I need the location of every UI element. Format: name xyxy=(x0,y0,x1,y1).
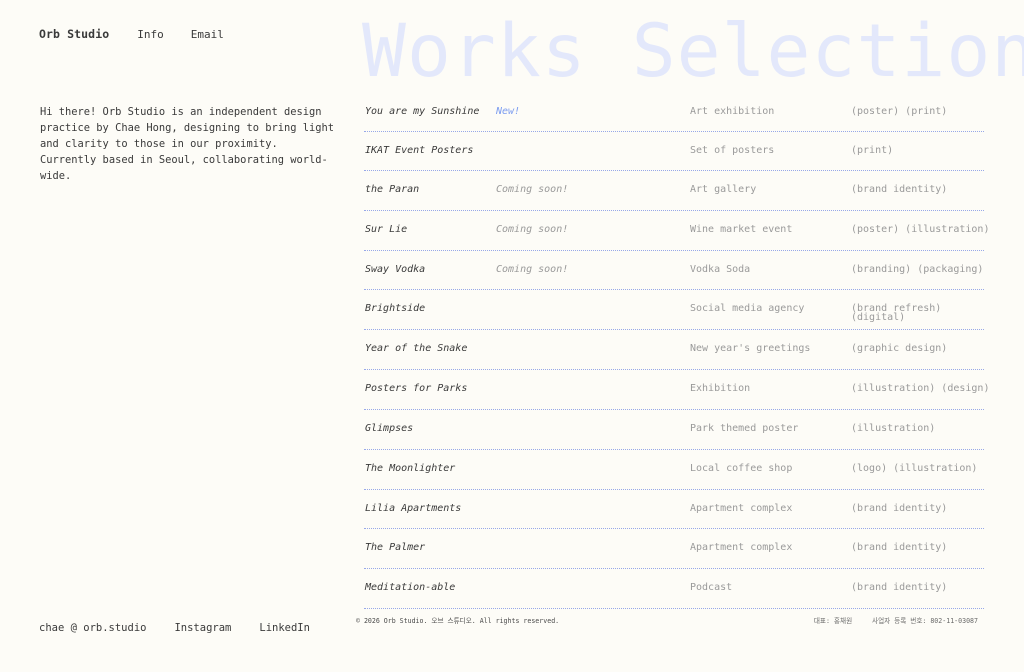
work-description: Social media agency xyxy=(690,303,805,314)
work-name[interactable]: Brightside xyxy=(365,304,425,314)
work-name[interactable]: the Paran xyxy=(365,185,419,195)
work-row[interactable]: IKAT Event Posters Set of posters (print) xyxy=(364,132,984,171)
coming-soon-badge: Coming soon! xyxy=(496,224,569,235)
coming-soon-badge: Coming soon! xyxy=(496,264,569,275)
work-name[interactable]: Posters for Parks xyxy=(365,384,467,394)
footer-links: chae @ orb.studio Instagram LinkedIn xyxy=(39,622,338,634)
work-name[interactable]: You are my Sunshine xyxy=(365,107,479,117)
work-name[interactable]: Sur Lie xyxy=(365,225,407,235)
work-tags: (poster) (print) xyxy=(851,106,948,117)
work-name[interactable]: The Palmer xyxy=(365,543,425,553)
work-name[interactable]: Sway Vodka xyxy=(365,265,425,275)
work-tags: (branding) (packaging) xyxy=(851,264,984,275)
work-description: Exhibition xyxy=(690,383,751,394)
work-description: Local coffee shop xyxy=(690,463,793,474)
work-description: Park themed poster xyxy=(690,423,799,434)
footer-email-link[interactable]: chae @ orb.studio xyxy=(39,622,146,634)
work-row[interactable]: Lilia Apartments Apartment complex (brand … xyxy=(364,490,984,529)
work-tags: (illustration) (design) xyxy=(851,383,990,394)
work-row[interactable]: Sur Lie Coming soon! Wine market event (pos… xyxy=(364,211,989,251)
work-description: Wine market event xyxy=(690,224,793,235)
intro-text: Hi there! Orb Studio is an independent d… xyxy=(40,106,335,182)
work-row[interactable]: Brightside Social media agency (brand refr… xyxy=(364,290,984,330)
work-description: Podcast xyxy=(690,582,733,593)
work-tags: (graphic design) xyxy=(851,343,948,354)
work-tags: (brand identity) xyxy=(851,582,948,593)
work-row[interactable]: the Paran Coming soon! Art gallery (brand i… xyxy=(364,171,984,211)
work-row[interactable]: Meditation-able Podcast (brand identity) xyxy=(364,569,984,609)
work-description: Apartment complex xyxy=(690,542,793,553)
work-tags: (brand identity) xyxy=(851,503,948,514)
nav-email-link[interactable]: Email xyxy=(191,28,224,41)
work-description: Set of posters xyxy=(690,145,775,156)
work-row[interactable]: Sway Vodka Coming soon! Vodka Soda (brandin… xyxy=(364,251,984,290)
work-description: New year's greetings xyxy=(690,343,811,354)
work-name[interactable]: IKAT Event Posters xyxy=(365,146,473,156)
work-tags: (brand identity) xyxy=(851,184,948,195)
work-name[interactable]: The Moonlighter xyxy=(365,464,455,474)
work-name[interactable]: Glimpses xyxy=(365,424,413,434)
work-name[interactable]: Lilia Apartments xyxy=(365,504,461,514)
coming-soon-badge: Coming soon! xyxy=(496,184,569,195)
work-description: Vodka Soda xyxy=(690,264,751,275)
footer-linkedin-link[interactable]: LinkedIn xyxy=(259,622,310,634)
work-row[interactable]: Posters for Parks Exhibition (illustration… xyxy=(364,370,989,410)
work-name[interactable]: Year of the Snake xyxy=(365,344,467,354)
work-name[interactable]: Meditation-able xyxy=(365,583,455,593)
nav-info-link[interactable]: Info xyxy=(137,28,164,41)
work-tags: (logo) (illustration) xyxy=(851,463,978,474)
work-tags: (illustration) xyxy=(851,423,936,434)
work-row[interactable]: Glimpses Park themed poster (illustration) xyxy=(364,410,984,450)
page-title: Works Selection xyxy=(362,9,1024,94)
work-tags: (poster) (illustration) xyxy=(851,224,990,235)
footer-instagram-link[interactable]: Instagram xyxy=(174,622,231,634)
work-tags: (brand refresh) (digital) xyxy=(851,303,942,323)
representative-text: 대표: 홍채원 xyxy=(813,617,853,625)
work-row[interactable]: Year of the Snake New year's greetings (gr… xyxy=(364,330,984,370)
work-description: Apartment complex xyxy=(690,503,793,514)
works-list: You are my Sunshine New! Art exhibition (po… xyxy=(364,93,989,609)
work-row[interactable]: The Palmer Apartment complex (brand identi… xyxy=(364,529,984,569)
business-number-text: 사업자 등록 번호: 802-11-03087 xyxy=(872,617,978,625)
work-tags: (brand identity) xyxy=(851,542,948,553)
work-row[interactable]: The Moonlighter Local coffee shop (logo) (… xyxy=(364,450,984,490)
work-description: Art exhibition xyxy=(690,106,775,117)
copyright-text: © 2026 Orb Studio. 오브 스튜디오. All rights r… xyxy=(356,617,560,625)
work-description: Art gallery xyxy=(690,184,757,195)
new-badge: New! xyxy=(496,106,521,117)
work-tags: (print) xyxy=(851,145,894,156)
top-nav: Orb Studio Info Email xyxy=(39,27,251,41)
brand-link[interactable]: Orb Studio xyxy=(39,27,109,41)
work-row[interactable]: You are my Sunshine New! Art exhibition (po… xyxy=(364,93,984,132)
